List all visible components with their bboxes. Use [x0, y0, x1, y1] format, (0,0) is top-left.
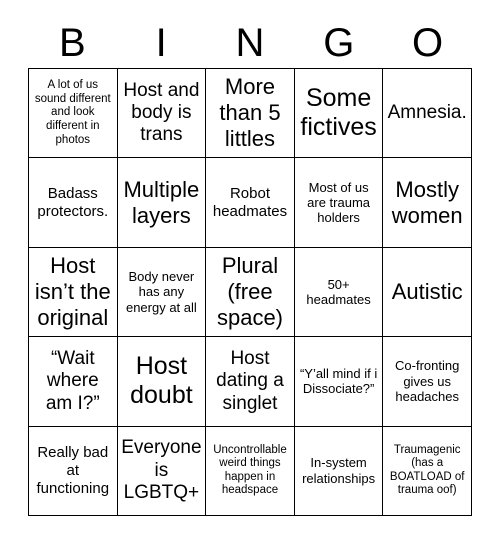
bingo-cell-label: 50+ headmates: [306, 276, 371, 307]
bingo-cell-label: “Wait where am I?”: [45, 347, 100, 414]
bingo-cell-r5c5[interactable]: Traumagenic (has a BOATLOAD of trauma oo…: [383, 426, 472, 516]
bingo-cell-r5c1[interactable]: Really bad at functioning: [29, 426, 118, 516]
bingo-cell-label: A lot of us sound different and look dif…: [34, 79, 111, 146]
bingo-cell-r3c2[interactable]: Body never has any energy at all: [117, 247, 207, 338]
bingo-cell-label: Most of us are trauma holders: [307, 179, 371, 226]
bingo-cell-r2c5[interactable]: Mostly women: [383, 158, 472, 248]
bingo-cell-r3c5[interactable]: Autistic: [383, 247, 472, 338]
bingo-cell-label: Mostly women: [391, 176, 463, 228]
bingo-cell-label: Host isn’t the original: [34, 253, 111, 330]
bingo-cell-label: Amnesia.: [387, 101, 467, 123]
bingo-cell-r1c3[interactable]: More than 5 littles: [206, 69, 295, 159]
bingo-cell-r1c2[interactable]: Host and body is trans: [117, 69, 207, 159]
bingo-cell-label: Robot headmates: [212, 184, 288, 220]
bingo-cell-r2c2[interactable]: Multiple layers: [117, 158, 207, 248]
bingo-grid: A lot of us sound different and look dif…: [28, 68, 472, 516]
header-letter-g: G: [323, 21, 355, 65]
bingo-cell-r4c3[interactable]: Host dating a singlet: [206, 337, 295, 427]
bingo-cell-r1c4[interactable]: Some fictives: [294, 69, 384, 159]
bingo-cell-label: Uncontrollable weird things happen in he…: [213, 443, 287, 497]
bingo-cell-label: Body never has any energy at all: [125, 269, 197, 315]
bingo-cell-label: Autistic: [391, 279, 463, 305]
bingo-cell-r5c4[interactable]: In-system relationships: [294, 426, 384, 516]
bingo-cell-r1c5[interactable]: Amnesia.: [383, 69, 472, 159]
bingo-cell-label: Really bad at functioning: [36, 444, 110, 497]
header-letter-i: I: [155, 21, 167, 65]
bingo-cell-label: Host doubt: [130, 351, 193, 410]
bingo-header: B I N G O: [28, 18, 472, 68]
bingo-cell-r4c4[interactable]: “Y’all mind if i Dissociate?”: [294, 337, 384, 427]
bingo-cell-label: Multiple layers: [123, 176, 200, 228]
bingo-cell-r2c1[interactable]: Badass protectors.: [29, 158, 118, 248]
bingo-card: B I N G O A lot of us sound different an…: [0, 0, 500, 544]
bingo-cell-label: Co-fronting gives us headaches: [395, 358, 460, 405]
bingo-cell-r4c5[interactable]: Co-fronting gives us headaches: [383, 337, 472, 427]
bingo-cell-label: Some fictives: [300, 83, 377, 142]
bingo-cell-r3c3[interactable]: Plural (free space): [206, 247, 295, 338]
bingo-cell-r1c1[interactable]: A lot of us sound different and look dif…: [29, 69, 118, 159]
bingo-cell-r4c1[interactable]: “Wait where am I?”: [29, 337, 118, 427]
bingo-cell-label: Plural (free space): [216, 253, 284, 330]
bingo-cell-r3c4[interactable]: 50+ headmates: [294, 247, 384, 338]
bingo-cell-label: In-system relationships: [302, 455, 376, 486]
header-letter-n: N: [235, 21, 265, 65]
bingo-cell-label: Host dating a singlet: [216, 347, 284, 414]
header-letter-o: O: [412, 21, 444, 65]
bingo-cell-label: Badass protectors.: [37, 184, 109, 220]
bingo-cell-r2c3[interactable]: Robot headmates: [206, 158, 295, 248]
bingo-cell-label: Traumagenic (has a BOATLOAD of trauma oo…: [389, 443, 465, 497]
bingo-cell-r5c2[interactable]: Everyone is LGBTQ+: [117, 426, 207, 516]
bingo-cell-r4c2[interactable]: Host doubt: [117, 337, 207, 427]
bingo-cell-label: Everyone is LGBTQ+: [121, 437, 202, 503]
bingo-cell-r5c3[interactable]: Uncontrollable weird things happen in he…: [206, 426, 295, 516]
bingo-cell-label: “Y’all mind if i Dissociate?”: [299, 366, 378, 397]
bingo-cell-r3c1[interactable]: Host isn’t the original: [29, 247, 118, 338]
bingo-cell-r2c4[interactable]: Most of us are trauma holders: [294, 158, 384, 248]
bingo-cell-label: More than 5 littles: [219, 74, 281, 152]
header-letter-b: B: [59, 21, 86, 65]
bingo-cell-label: Host and body is trans: [123, 79, 200, 146]
